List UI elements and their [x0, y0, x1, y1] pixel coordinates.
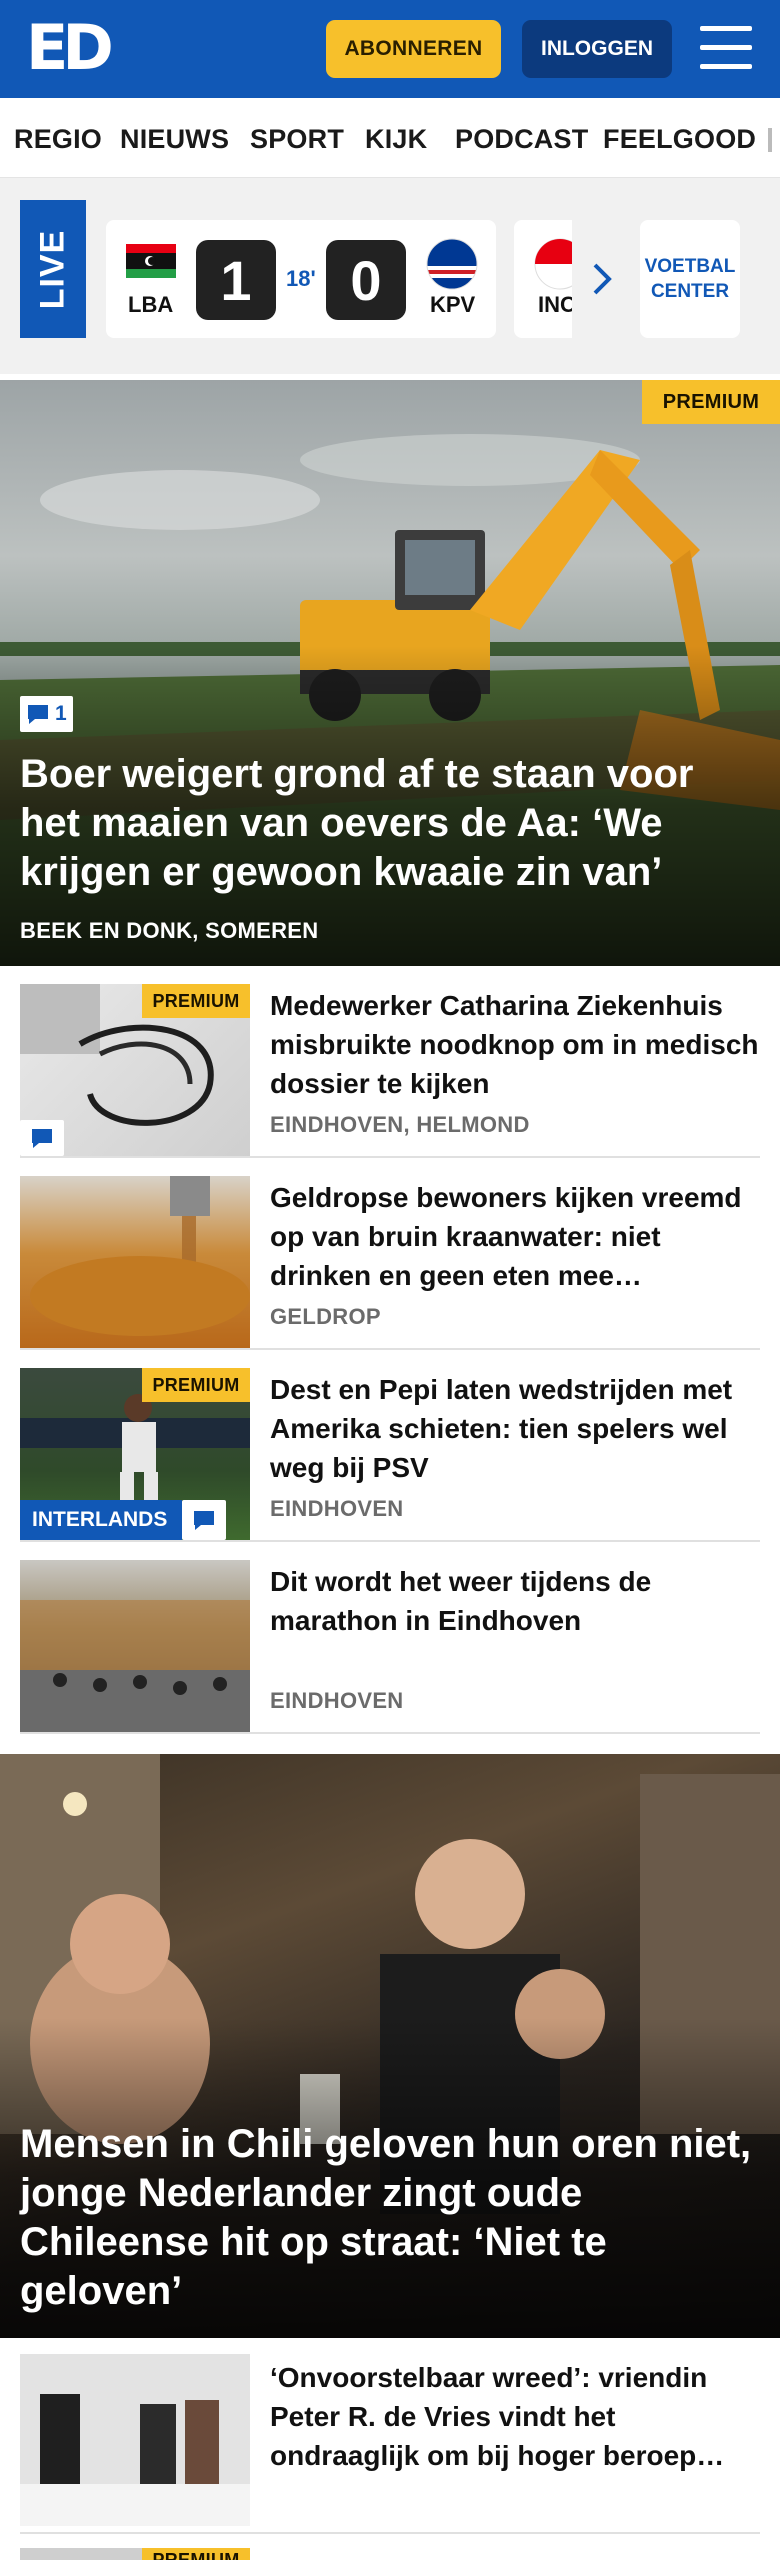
away-score: 0	[326, 240, 406, 320]
comment-count: 1	[55, 702, 67, 725]
premium-badge: PREMIUM	[142, 2548, 250, 2560]
article-thumbnail	[20, 1560, 250, 1732]
nav-item-podcast[interactable]: PODCAST	[455, 124, 588, 155]
comment-badge[interactable]	[182, 1500, 226, 1540]
courtroom-image	[20, 2354, 250, 2526]
article-location: EINDHOVEN	[270, 1496, 404, 1521]
premium-badge: PREMIUM	[142, 1368, 250, 1402]
category-tag-interlands[interactable]: INTERLANDS	[20, 1500, 182, 1540]
site-logo[interactable]: ED	[26, 17, 116, 79]
subscribe-button[interactable]: ABONNEREN	[326, 20, 501, 78]
article-location: EINDHOVEN	[270, 1688, 404, 1713]
libya-flag-icon	[126, 244, 176, 278]
category-tag-label: INTERLANDS	[32, 1508, 168, 1531]
logo-text: ED	[26, 11, 114, 84]
article-title[interactable]: Dest en Pepi laten wedstrijden met Ameri…	[270, 1370, 760, 1487]
list-item[interactable]: Dit wordt het weer tijdens de marathon i…	[20, 1542, 760, 1734]
live-match-card[interactable]: LBA 1 18' 0 KPV	[106, 220, 496, 338]
indonesia-flag-icon	[534, 238, 572, 290]
list-item[interactable]: Geldropse bewoners kijken vreemd op van …	[20, 1158, 760, 1350]
away-team-name: KPV	[430, 292, 476, 317]
live-label: LIVE	[33, 229, 72, 309]
article-location: GELDROP	[270, 1304, 381, 1329]
comment-badge[interactable]	[20, 1120, 64, 1156]
nav-item-feelgood[interactable]: FEELGOOD	[603, 124, 756, 155]
comment-icon	[28, 705, 48, 724]
nav-item-regio[interactable]: REGIO	[14, 124, 102, 155]
hero-location: BEEK EN DONK, SOMEREN	[20, 918, 319, 943]
article-thumbnail: PREMIUM	[20, 984, 250, 1156]
video-hero-title[interactable]: Mensen in Chili geloven hun oren niet, j…	[20, 2120, 770, 2316]
article-thumbnail	[20, 1176, 250, 1348]
nav-overflow-indicator	[768, 128, 772, 152]
match-minute: 18'	[286, 266, 316, 291]
hero-title[interactable]: Boer weigert grond af te staan voor het …	[20, 750, 760, 897]
list-item[interactable]: ‘Onvoorstelbaar wreed’: vriendin Peter R…	[20, 2354, 760, 2534]
list-item[interactable]: PREMIUM Medewerker Catharina Ziekenhuis …	[20, 966, 760, 1158]
live-badge[interactable]: LIVE	[20, 200, 86, 338]
nav-item-sport[interactable]: SPORT	[250, 124, 344, 155]
live-scores-strip: LIVE LBA 1 18' 0 KPV INC VOETBAL CENTER	[0, 178, 780, 374]
marathon-runners-image	[20, 1600, 250, 1732]
article-location: EINDHOVEN, HELMOND	[270, 1112, 530, 1137]
video-hero-article[interactable]: Mensen in Chili geloven hun oren niet, j…	[0, 1754, 780, 2338]
voetbal-center-button[interactable]: VOETBAL CENTER	[640, 220, 740, 338]
cape-verde-flag-icon	[426, 238, 478, 290]
premium-badge: PREMIUM	[142, 984, 250, 1018]
hamburger-menu-icon[interactable]	[700, 26, 752, 70]
article-thumbnail	[20, 2354, 250, 2526]
next-team-name: INC	[538, 292, 572, 317]
home-team-name: LBA	[128, 292, 174, 317]
chevron-right-icon[interactable]	[590, 262, 614, 296]
list-item[interactable]: PREMIUM INTERLANDS Dest en Pepi laten we…	[20, 1350, 760, 1542]
article-title[interactable]: Dit wordt het weer tijdens de marathon i…	[270, 1562, 760, 1640]
comment-icon	[194, 1511, 214, 1530]
brown-water-image	[30, 1176, 250, 1336]
top-header: ED ABONNEREN INLOGGEN	[0, 0, 780, 98]
article-thumbnail: PREMIUM INTERLANDS	[20, 1368, 250, 1540]
hero-article[interactable]: PREMIUM 1 Boer weigert grond af te staan…	[0, 380, 780, 966]
section-nav: REGIO NIEUWS SPORT KIJK PODCAST FEELGOOD	[0, 98, 780, 178]
login-button[interactable]: INLOGGEN	[522, 20, 672, 78]
article-title[interactable]: Geldropse bewoners kijken vreemd op van …	[270, 1178, 760, 1295]
live-match-card-next[interactable]: INC	[514, 220, 572, 338]
article-title[interactable]: Medewerker Catharina Ziekenhuis misbruik…	[270, 986, 760, 1103]
next-article-peek[interactable]: PREMIUM	[20, 2548, 760, 2560]
premium-badge: PREMIUM	[642, 380, 780, 424]
comment-icon	[32, 1129, 52, 1148]
comment-count-badge[interactable]: 1	[20, 696, 73, 732]
article-title[interactable]: ‘Onvoorstelbaar wreed’: vriendin Peter R…	[270, 2358, 760, 2475]
nav-item-nieuws[interactable]: NIEUWS	[120, 124, 229, 155]
home-score: 1	[196, 240, 276, 320]
nav-item-kijk[interactable]: KIJK	[365, 124, 427, 155]
